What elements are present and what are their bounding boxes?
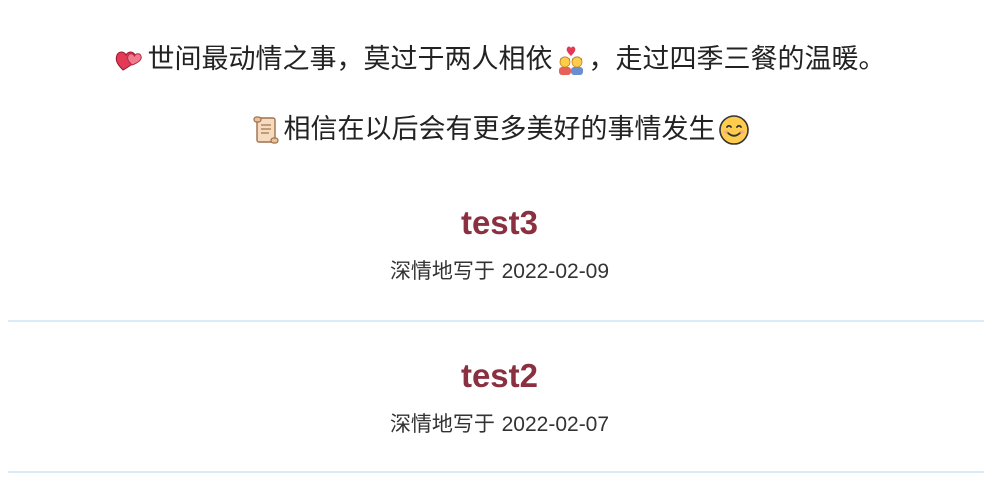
post-divider [8, 471, 984, 473]
intro-line-2: 相信在以后会有更多美好的事情发生 [0, 110, 999, 150]
post-title-link[interactable]: test2 [461, 356, 538, 396]
smiling-face-icon [718, 114, 750, 146]
post-item: test2 深情地写于 2022-02-07 [0, 356, 999, 439]
post-meta-prefix: 深情地写于 [389, 412, 495, 436]
post-date: 2022-02-09 [501, 260, 610, 283]
post-date: 2022-02-07 [501, 413, 610, 436]
intro-line-1-text: 世间最动情之事，莫过于两人相依 [147, 44, 553, 75]
intro-section: 世间最动情之事，莫过于两人相依 ，走过四季三餐的温暖。 相信在以后会有更多美好的… [0, 0, 999, 150]
post-title-link[interactable]: test3 [461, 203, 538, 243]
post-meta: 深情地写于 2022-02-09 [0, 257, 999, 286]
intro-line-2-text: 相信在以后会有更多美好的事情发生 [283, 114, 716, 145]
two-hearts-icon [114, 44, 146, 76]
couple-with-heart-icon [555, 44, 587, 76]
post-divider [8, 320, 984, 322]
scroll-icon [250, 114, 282, 146]
intro-line-1-suffix: ，走过四季三餐的温暖。 [588, 44, 886, 75]
intro-line-1: 世间最动情之事，莫过于两人相依 ，走过四季三餐的温暖。 [0, 0, 999, 80]
post-meta: 深情地写于 2022-02-07 [0, 410, 999, 439]
post-item: test3 深情地写于 2022-02-09 [0, 203, 999, 286]
post-meta-prefix: 深情地写于 [389, 259, 495, 283]
